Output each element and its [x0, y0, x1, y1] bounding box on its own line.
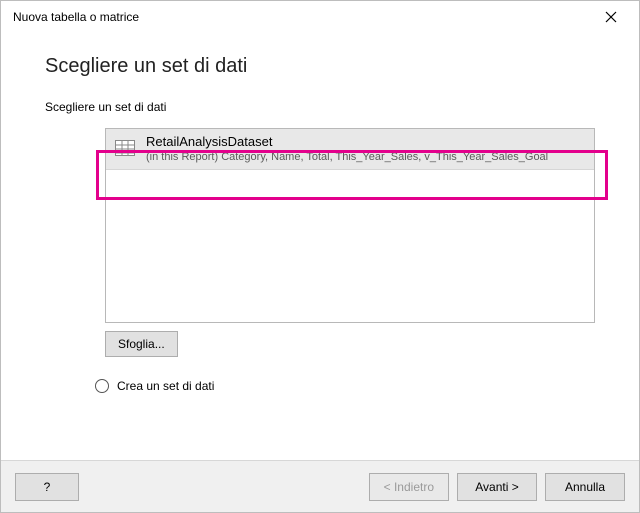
dataset-item[interactable]: RetailAnalysisDataset (in this Report) C…: [106, 129, 594, 170]
titlebar: Nuova tabella o matrice: [1, 1, 639, 31]
dataset-text: RetailAnalysisDataset (in this Report) C…: [146, 134, 586, 164]
page-heading: Scegliere un set di dati: [45, 55, 601, 78]
close-button[interactable]: [591, 11, 631, 23]
next-button[interactable]: Avanti >: [457, 473, 537, 501]
close-icon: [605, 11, 617, 23]
dataset-fields: (in this Report) Category, Name, Total, …: [146, 150, 586, 164]
page-subheading: Scegliere un set di dati: [45, 100, 601, 114]
cancel-button[interactable]: Annulla: [545, 473, 625, 501]
back-button: < Indietro: [369, 473, 449, 501]
dataset-list-wrap: RetailAnalysisDataset (in this Report) C…: [105, 128, 595, 323]
dataset-name: RetailAnalysisDataset: [146, 134, 586, 150]
radio-icon[interactable]: [95, 379, 109, 393]
help-button[interactable]: ?: [15, 473, 79, 501]
create-dataset-option[interactable]: Crea un set di dati: [95, 379, 601, 393]
dataset-icon: [114, 137, 136, 159]
dialog-window: Nuova tabella o matrice Scegliere un set…: [0, 0, 640, 513]
browse-row: Sfoglia...: [105, 331, 601, 357]
dialog-footer: ? < Indietro Avanti > Annulla: [1, 460, 639, 512]
create-dataset-label: Crea un set di dati: [117, 379, 214, 393]
browse-button[interactable]: Sfoglia...: [105, 331, 178, 357]
dataset-listbox[interactable]: RetailAnalysisDataset (in this Report) C…: [105, 128, 595, 323]
window-title: Nuova tabella o matrice: [13, 10, 591, 24]
content-area: Scegliere un set di dati Scegliere un se…: [1, 31, 639, 393]
